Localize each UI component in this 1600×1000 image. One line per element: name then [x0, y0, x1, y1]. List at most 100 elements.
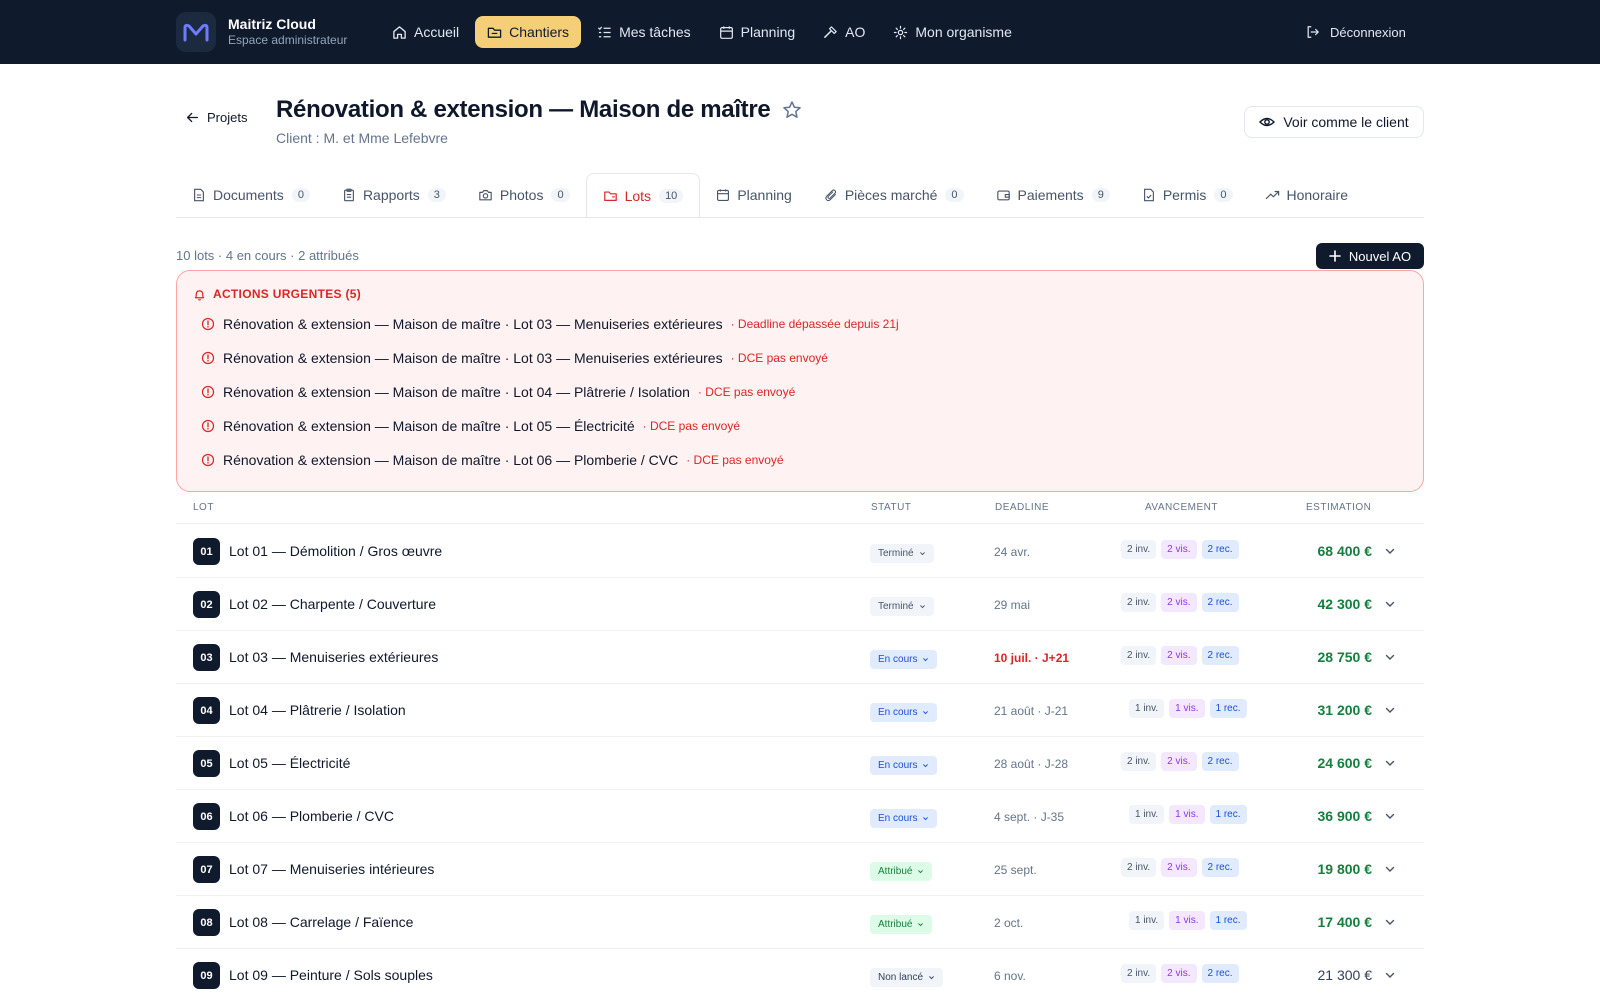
expand-chevron-icon[interactable] [1384, 545, 1396, 557]
tab-permis[interactable]: Permis 0 [1126, 173, 1249, 217]
lot-name: Lot 09 — Peinture / Sols souples [229, 967, 433, 983]
status-dropdown[interactable]: Terminé [870, 597, 934, 616]
table-row[interactable]: 06 Lot 06 — Plomberie / CVC En cours 4 sept… [176, 790, 1424, 843]
tab-photos[interactable]: Photos 0 [462, 173, 586, 217]
nav-item-mon-organisme[interactable]: Mon organisme [881, 16, 1024, 48]
back-label: Projets [207, 110, 248, 125]
receptions-chip: 2 rec. [1201, 593, 1239, 612]
status-label: Non lancé [878, 972, 924, 983]
status-dropdown[interactable]: Non lancé [870, 968, 944, 987]
table-row[interactable]: 02 Lot 02 — Charpente / Couverture Terminé… [176, 578, 1424, 631]
expand-chevron-icon[interactable] [1384, 810, 1396, 822]
eye-icon [1259, 117, 1276, 127]
tab-count-badge: 9 [1091, 188, 1110, 202]
visits-chip: 2 vis. [1161, 593, 1197, 612]
lot-name: Lot 05 — Électricité [229, 755, 351, 771]
status-dropdown[interactable]: En cours [870, 650, 938, 669]
table-row[interactable]: 07 Lot 07 — Menuiseries intérieures Attrib… [176, 843, 1424, 896]
logout-button[interactable]: Déconnexion [1306, 18, 1406, 46]
alert-circle-icon [201, 419, 215, 433]
urgent-action-note: · DCE pas envoyé [642, 419, 741, 433]
tab-rapports[interactable]: Rapports 3 [326, 173, 462, 217]
urgent-action-item[interactable]: Rénovation & extension — Maison de maîtr… [201, 384, 795, 400]
urgent-action-item[interactable]: Rénovation & extension — Maison de maîtr… [201, 452, 784, 468]
table-row[interactable]: 09 Lot 09 — Peinture / Sols souples Non la… [176, 949, 1424, 1000]
status-label: Terminé [878, 548, 914, 559]
table-row[interactable]: 08 Lot 08 — Carrelage / Faïence Attribué 2 … [176, 896, 1424, 949]
lots-table: LOT STATUT DEADLINE AVANCEMENT ESTIMATIO… [176, 492, 1424, 1000]
visits-chip: 2 vis. [1161, 752, 1197, 771]
status-label: En cours [878, 707, 918, 718]
status-dropdown[interactable]: En cours [870, 756, 938, 775]
lot-number-badge: 02 [193, 591, 220, 618]
table-row[interactable]: 01 Lot 01 — Démolition / Gros œuvre Termin… [176, 525, 1424, 578]
tab-pieces-marche[interactable]: Pièces marché 0 [808, 173, 980, 217]
tab-count-badge: 3 [427, 188, 446, 202]
status-dropdown[interactable]: Terminé [870, 544, 934, 563]
urgent-action-item[interactable]: Rénovation & extension — Maison de maîtr… [201, 418, 740, 434]
expand-chevron-icon[interactable] [1384, 863, 1396, 875]
urgent-action-item[interactable]: Rénovation & extension — Maison de maîtr… [201, 350, 828, 366]
lot-number-badge: 06 [193, 803, 220, 830]
receptions-chip: 1 rec. [1209, 805, 1247, 824]
nav-item-ao[interactable]: AO [811, 16, 877, 48]
visits-chip: 2 vis. [1161, 646, 1197, 665]
tab-lots[interactable]: Lots 10 [585, 173, 701, 217]
col-header-estimate: ESTIMATION [1306, 502, 1372, 513]
hammer-icon [824, 25, 837, 38]
tab-planning[interactable]: Planning [700, 173, 808, 217]
urgent-actions-panel: ACTIONS URGENTES (5) Rénovation & extens… [176, 270, 1424, 492]
expand-chevron-icon[interactable] [1384, 704, 1396, 716]
tab-honoraire[interactable]: Honoraire [1249, 173, 1364, 217]
expand-chevron-icon[interactable] [1384, 598, 1396, 610]
chevron-down-icon [918, 923, 924, 927]
plus-icon [1329, 250, 1341, 262]
logout-label: Déconnexion [1330, 24, 1406, 40]
urgent-action-text: Rénovation & extension — Maison de maîtr… [223, 350, 723, 366]
calendar-icon [717, 189, 730, 201]
progress-chips: 2 inv. 2 vis. 2 rec. [1121, 593, 1244, 612]
table-row[interactable]: 03 Lot 03 — Menuiseries extérieures En cou… [176, 631, 1424, 684]
invitations-chip: 1 inv. [1129, 911, 1165, 930]
tab-paiements[interactable]: Paiements 9 [980, 173, 1126, 217]
expand-chevron-icon[interactable] [1384, 916, 1396, 928]
tab-documents[interactable]: Documents 0 [176, 173, 326, 217]
project-tabs: Documents 0 Rapports 3 Photos 0 Lots 10 … [176, 172, 1424, 218]
new-ao-label: Nouvel AO [1348, 248, 1412, 264]
favorite-star-icon[interactable] [782, 100, 802, 120]
tab-count-badge: 10 [659, 188, 684, 203]
table-row[interactable]: 04 Lot 04 — Plâtrerie / Isolation En cours… [176, 684, 1424, 737]
nav-item-mes-taches[interactable]: Mes tâches [585, 16, 703, 48]
expand-chevron-icon[interactable] [1384, 969, 1396, 981]
nav-item-planning[interactable]: Planning [707, 16, 808, 48]
nav-item-chantiers[interactable]: Chantiers [475, 16, 582, 48]
status-dropdown[interactable]: En cours [870, 703, 938, 722]
urgent-action-text: Rénovation & extension — Maison de maîtr… [223, 418, 635, 434]
table-row[interactable]: 05 Lot 05 — Électricité En cours 28 août · … [176, 737, 1424, 790]
deadline-value: 6 nov. [994, 969, 1026, 983]
gear-icon [894, 25, 908, 39]
lot-number-badge: 03 [193, 644, 220, 671]
back-to-projects-link[interactable]: Projets [186, 110, 247, 125]
new-ao-button[interactable]: Nouvel AO [1316, 243, 1424, 269]
status-dropdown[interactable]: Attribué [870, 915, 933, 934]
lot-number-badge: 09 [193, 962, 220, 989]
nav-item-accueil[interactable]: Accueil [380, 16, 471, 48]
brand[interactable]: Maitriz Cloud Espace administrateur [176, 12, 347, 52]
estimate-value: 31 200 € [1317, 702, 1373, 718]
urgent-action-note: · Deadline dépassée depuis 21j [730, 317, 899, 331]
status-dropdown[interactable]: En cours [870, 809, 938, 828]
visits-chip: 1 vis. [1169, 699, 1205, 718]
view-as-client-button[interactable]: Voir comme le client [1244, 106, 1424, 138]
visits-chip: 1 vis. [1169, 805, 1205, 824]
invitations-chip: 1 inv. [1129, 699, 1165, 718]
col-header-progress: AVANCEMENT [1145, 502, 1218, 513]
urgent-action-text: Rénovation & extension — Maison de maîtr… [223, 452, 679, 468]
deadline-value: 2 oct. [994, 916, 1024, 930]
tab-label: Documents [213, 187, 284, 203]
urgent-action-item[interactable]: Rénovation & extension — Maison de maîtr… [201, 316, 899, 332]
expand-chevron-icon[interactable] [1384, 651, 1396, 663]
trend-icon [1265, 190, 1279, 200]
expand-chevron-icon[interactable] [1384, 757, 1396, 769]
status-dropdown[interactable]: Attribué [870, 862, 933, 881]
